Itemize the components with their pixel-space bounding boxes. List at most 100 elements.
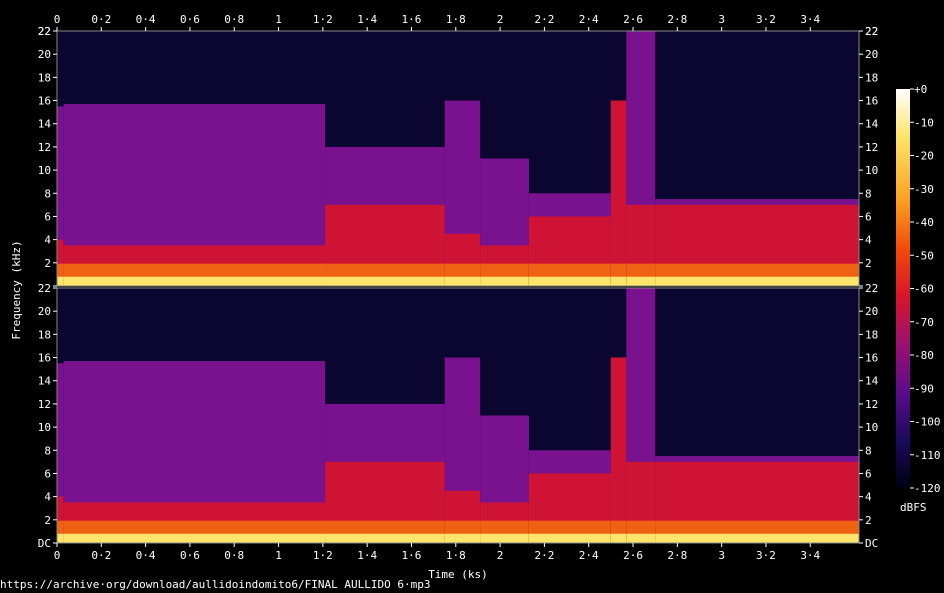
segment-hot-band [655,276,859,286]
x-tick-label: 1·8 [446,549,466,562]
colorbar-tick-label: -70 [914,316,934,329]
colorbar-tick-label: -50 [914,249,934,262]
x-tick-label: 0·2 [91,13,111,26]
y-tick-label: 16 [865,95,878,108]
segment-9 [655,456,859,543]
colorbar-tick-label: -40 [914,216,934,229]
segment-hot-band [57,533,64,543]
y-tick-label: 10 [38,164,51,177]
y-tick-label: 8 [865,187,872,200]
channel-2-spectrum [56,287,860,544]
x-tick-label: 1·4 [357,549,377,562]
segment-hot-band [528,533,611,543]
y-tick-label: 8 [44,187,51,200]
x-tick-label: 0·4 [136,13,156,26]
colorbar-tick-label: -30 [914,183,934,196]
colorbar-tick-label: -110 [914,449,941,462]
segment-8 [626,31,656,286]
segment-2 [63,361,326,543]
y-tick-label: 20 [865,305,878,318]
segment-hot-band [444,533,481,543]
segment-8 [626,288,656,543]
segment-7 [610,357,627,543]
x-tick-label: 0·4 [136,549,156,562]
segment-hot-band [325,276,445,286]
x-tick-label: 2 [497,13,504,26]
colorbar-tick-label: -100 [914,416,941,429]
segment-hot-band [626,276,656,286]
colorbar-tick-label: -10 [914,116,934,129]
segment-3 [325,403,445,543]
segment-7 [610,100,627,286]
y-tick-label: 16 [865,352,878,365]
colorbar-tick-label: -80 [914,349,934,362]
y-tick-label: 14 [38,118,52,131]
y-tick-label: 10 [865,421,878,434]
segment-hot-band [444,276,481,286]
x-tick-label: 0·6 [180,549,200,562]
segment-loud-band [610,357,627,543]
y-tick-label: 20 [38,48,51,61]
y-tick-label: 6 [865,467,872,480]
x-tick-label: 1 [275,549,282,562]
colorbar-tick-label: +0 [914,83,927,96]
y-tick-label: DC [865,537,878,550]
spectrogram-chart: 2 24 46 68 810 1012 1214 1416 1618 1820 2022 22DC DC… [10,13,941,581]
y-tick-label: 22 [865,25,878,38]
x-tick-label: 3·4 [800,13,820,26]
x-tick-label: 1·4 [357,13,377,26]
y-tick-label: 2 [44,257,51,270]
x-tick-label: 0·2 [91,549,111,562]
x-tick-label: 2·2 [534,549,554,562]
segment-6 [528,450,611,543]
y-tick-label: 14 [865,375,879,388]
x-tick-label: 1·6 [402,549,422,562]
x-tick-label: 1·6 [402,13,422,26]
y-tick-label: 18 [38,328,51,341]
x-axis-label: Time (ks) [428,568,488,581]
x-tick-label: 1 [275,13,282,26]
y-tick-label: 8 [865,444,872,457]
y-tick-label: 2 [44,514,51,527]
segment-hot-band [480,276,529,286]
y-tick-label: 8 [44,444,51,457]
y-tick-label: 2 [865,257,872,270]
y-tick-label: 22 [38,282,51,295]
segment-hot-band [626,533,656,543]
y-tick-label: 16 [38,352,51,365]
y-tick-label: 14 [38,375,52,388]
x-tick-label: 3 [718,549,725,562]
x-tick-label: 0 [54,549,61,562]
segment-hot-band [610,533,627,543]
colorbar-ticks: +0 -10 -20 -30 -40 -50 -60 -70 -80 -90 -100 -110 -12… [910,83,941,495]
segment-hot-band [528,276,611,286]
y-tick-label: 6 [44,467,51,480]
segment-1 [57,363,64,543]
segment-6 [528,193,611,286]
y-tick-label: 12 [865,141,878,154]
y-tick-label: 12 [38,141,51,154]
segment-hot-band [325,533,445,543]
x-tick-label: 0·8 [224,549,244,562]
y-tick-label: 4 [44,234,51,247]
y-tick-label: DC [38,537,51,550]
x-tick-label: 2·4 [579,549,599,562]
y-tick-label: 22 [865,282,878,295]
y-tick-label: 14 [865,118,879,131]
segment-3 [325,146,445,286]
segment-2 [63,104,326,286]
x-tick-label: 3·4 [800,549,820,562]
y-tick-label: 20 [865,48,878,61]
segment-4 [444,100,481,286]
x-tick-label: 0·6 [180,13,200,26]
y-tick-label: 16 [38,95,51,108]
colorbar-tick-label: -20 [914,150,934,163]
y-tick-label: 18 [865,328,878,341]
x-tick-label: 2·6 [623,549,643,562]
colorbar-label: dBFS [900,501,927,514]
colorbar-scale [896,89,910,488]
x-tick-label: 0·8 [224,13,244,26]
x-tick-label: 3·2 [756,549,776,562]
segment-hot-band [57,276,64,286]
x-tick-label: 1·2 [313,549,333,562]
